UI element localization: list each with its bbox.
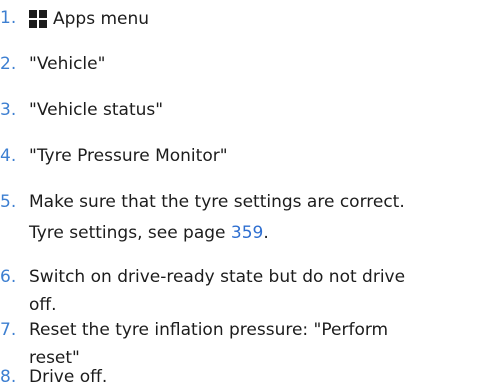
- step-line: off.: [29, 295, 57, 315]
- page-link[interactable]: 359: [231, 223, 263, 243]
- note-suffix: .: [263, 223, 269, 243]
- step-number: 8.: [0, 367, 17, 387]
- step-text: Reset the tyre inflation pressure: "Perf…: [29, 321, 388, 367]
- note-prefix: Tyre settings, see page: [29, 223, 231, 243]
- apps-grid-icon: [29, 9, 47, 28]
- step-note: Tyre settings, see page 359.: [29, 224, 269, 242]
- step-number: 5.: [0, 192, 17, 212]
- step-text: Switch on drive-ready state but do not d…: [29, 268, 405, 314]
- step-number: 6.: [0, 267, 17, 287]
- step-text: "Vehicle": [29, 54, 106, 74]
- step-text: Drive off.: [29, 367, 108, 387]
- step-line: Reset the tyre inflation pressure: "Perf…: [29, 320, 389, 340]
- step-line: reset": [29, 348, 80, 368]
- step-number: 2.: [0, 54, 17, 74]
- step-number: 4.: [0, 146, 17, 166]
- step-line: Switch on drive-ready state but do not d…: [29, 267, 406, 287]
- step-text: Make sure that the tyre settings are cor…: [29, 192, 405, 212]
- step-number: 7.: [0, 320, 17, 340]
- step-number: 1.: [0, 8, 17, 28]
- step-body: Apps menu: [29, 9, 149, 28]
- step-text: Apps menu: [53, 9, 150, 29]
- step-text: "Tyre Pressure Monitor": [29, 146, 228, 166]
- step-number: 3.: [0, 100, 17, 120]
- step-text: "Vehicle status": [29, 100, 164, 120]
